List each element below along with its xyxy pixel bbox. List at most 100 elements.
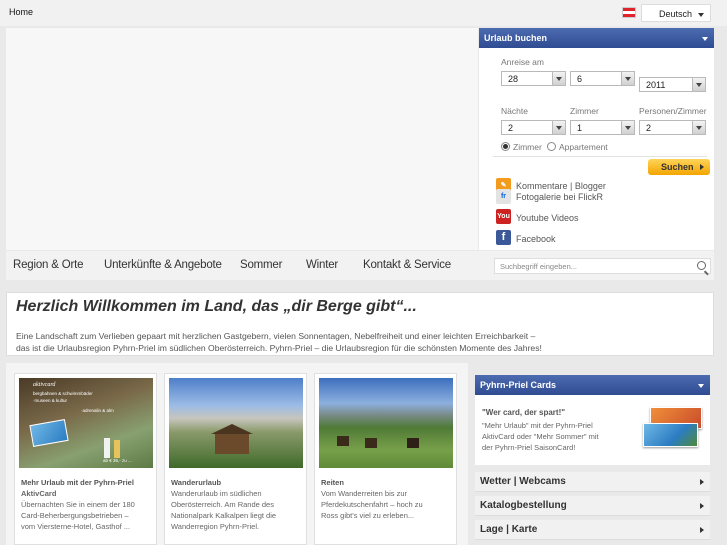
card-text: Pferdekutschenfahrt – hoch zu (321, 500, 423, 509)
dropdown-arrow-icon (552, 121, 565, 134)
card-text: vom Viersterne-Hotel, Gasthof ... (21, 522, 131, 531)
card-text: Card-Beherbergungsbetrieben – (21, 511, 129, 520)
youtube-icon[interactable]: You (496, 209, 511, 224)
cards-text: "Mehr Urlaub" mit der Pyhrn-Priel (482, 421, 593, 430)
divider (493, 156, 707, 157)
cards-title: Pyhrn-Priel Cards (480, 380, 557, 390)
card-text: Nationalpark Kalkalpen liegt die (171, 511, 277, 520)
person-figure (104, 438, 110, 458)
social-link-facebook[interactable]: Facebook (516, 234, 556, 244)
horse-figure (365, 438, 377, 448)
accordion-location[interactable]: Lage | Karte (475, 520, 710, 540)
card-text: Wanderurlaub im südlichen (171, 489, 262, 498)
facebook-icon[interactable]: f (496, 230, 511, 245)
arrival-day-select[interactable]: 28 (501, 71, 566, 86)
rooms-value: 1 (577, 123, 583, 133)
aktivcard-image-text: ab € 36,- zu ... (103, 458, 132, 463)
arrival-day-value: 28 (508, 74, 519, 84)
room-radio[interactable] (501, 142, 510, 151)
horse-figure (407, 438, 419, 448)
card-graphic (29, 419, 69, 447)
welcome-text-line-2: das ist die Urlaubsregion Pyhrn-Priel im… (16, 343, 542, 353)
austria-flag-icon (622, 7, 636, 18)
dropdown-arrow-icon (621, 121, 634, 134)
pyhrn-priel-cards-box: Pyhrn-Priel Cards "Wer card, der spart!"… (475, 375, 710, 465)
aktivcard-image-text: bergbahnen & schwimmbäder (33, 391, 93, 396)
home-link[interactable]: Home (9, 7, 33, 17)
apartment-radio[interactable] (547, 142, 556, 151)
welcome-box: Herzlich Willkommen im Land, das „dir Be… (6, 292, 714, 356)
nav-item-accommodation[interactable]: Unterkünfte & Angebote (104, 259, 222, 271)
aktivcard-image-text: ·adrenalin & alm (81, 408, 114, 413)
accordion-weather[interactable]: Wetter | Webcams (475, 472, 710, 492)
arrival-month-value: 6 (577, 74, 583, 84)
aktivcard-graphic (643, 423, 698, 447)
teaser-card-hiking[interactable]: Wanderurlaub Wanderurlaub im südlichen O… (164, 373, 307, 545)
accordion-label: Lage | Karte (480, 524, 538, 535)
accordion-label: Katalogbestellung (480, 500, 567, 511)
nav-item-contact[interactable]: Kontakt & Service (363, 259, 451, 271)
welcome-title: Herzlich Willkommen im Land, das „dir Be… (16, 298, 417, 315)
hero-image-area (6, 28, 478, 250)
booking-header[interactable]: Urlaub buchen (479, 28, 714, 48)
social-link-flickr[interactable]: Fotogalerie bei FlickR (516, 192, 603, 202)
card-text: AktivCard (21, 489, 57, 498)
arrow-right-icon (700, 164, 704, 170)
welcome-text-line-1: Eine Landschaft zum Verlieben gepaart mi… (16, 331, 536, 341)
nights-value: 2 (508, 123, 514, 133)
dropdown-arrow-icon (621, 72, 634, 85)
booking-panel: Urlaub buchen Anreise am 28 6 2011 Nächt… (479, 28, 714, 250)
cards-quote: "Wer card, der spart!" (482, 408, 566, 417)
hut-roof-graphic (211, 424, 253, 434)
social-link-blogger[interactable]: Kommentare | Blogger (516, 181, 606, 191)
aktivcard-image: aktivcard bergbahnen & schwimmbäder ·mus… (19, 378, 153, 468)
search-placeholder: Suchbegriff eingeben... (500, 262, 578, 271)
arrival-month-select[interactable]: 6 (570, 71, 635, 86)
nav-item-region[interactable]: Region & Orte (13, 259, 83, 271)
hiking-image (169, 378, 303, 468)
alpine-hut-graphic (215, 432, 249, 454)
accordion-catalog[interactable]: Katalogbestellung (475, 496, 710, 516)
riding-image (319, 378, 453, 468)
cards-text: AktivCard oder "Mehr Sommer" mit (482, 432, 599, 441)
social-link-youtube[interactable]: Youtube Videos (516, 213, 579, 223)
nav-item-summer[interactable]: Sommer (240, 259, 282, 271)
language-select[interactable]: Deutsch (641, 4, 711, 22)
persons-value: 2 (646, 123, 652, 133)
arrow-right-icon (700, 479, 704, 485)
room-radio-label: Zimmer (513, 142, 542, 152)
top-bar (0, 0, 727, 26)
nights-select[interactable]: 2 (501, 120, 566, 135)
flickr-icon[interactable]: fr (496, 189, 511, 204)
card-text: Wanderregion Pyhrn-Priel. (171, 522, 260, 531)
arrival-label: Anreise am (501, 57, 544, 67)
cards-header[interactable]: Pyhrn-Priel Cards (475, 375, 710, 395)
arrow-right-icon (700, 527, 704, 533)
arrival-year-value: 2011 (646, 80, 666, 90)
apartment-radio-label: Appartement (559, 142, 608, 152)
dropdown-arrow-icon (692, 121, 705, 134)
nav-item-winter[interactable]: Winter (306, 259, 338, 271)
search-button[interactable]: Suchen (648, 159, 710, 175)
accordion-label: Wetter | Webcams (480, 476, 566, 487)
chevron-down-icon (698, 13, 704, 17)
horse-figure (337, 436, 349, 446)
card-title: Wanderurlaub (171, 478, 222, 487)
rooms-select[interactable]: 1 (570, 120, 635, 135)
card-text: Oberösterreich. Am Rande des (171, 500, 274, 509)
chevron-down-icon (698, 384, 704, 388)
persons-select[interactable]: 2 (639, 120, 706, 135)
arrival-year-select[interactable]: 2011 (639, 77, 706, 92)
teaser-card-aktivcard[interactable]: aktivcard bergbahnen & schwimmbäder ·mus… (14, 373, 157, 545)
search-icon[interactable] (697, 261, 706, 270)
persons-label: Personen/Zimmer (639, 106, 707, 116)
person-figure (114, 440, 120, 458)
search-input[interactable]: Suchbegriff eingeben... (494, 258, 711, 274)
rooms-label: Zimmer (570, 106, 599, 116)
card-text: Übernachten Sie in einem der 180 (21, 500, 135, 509)
aktivcard-image-text: aktivcard (33, 382, 56, 388)
dropdown-arrow-icon (552, 72, 565, 85)
search-button-label: Suchen (661, 162, 694, 172)
teaser-card-riding[interactable]: Reiten Vom Wanderreiten bis zur Pferdeku… (314, 373, 457, 545)
cards-text: der Pyhrn-Priel SaisonCard! (482, 443, 576, 452)
